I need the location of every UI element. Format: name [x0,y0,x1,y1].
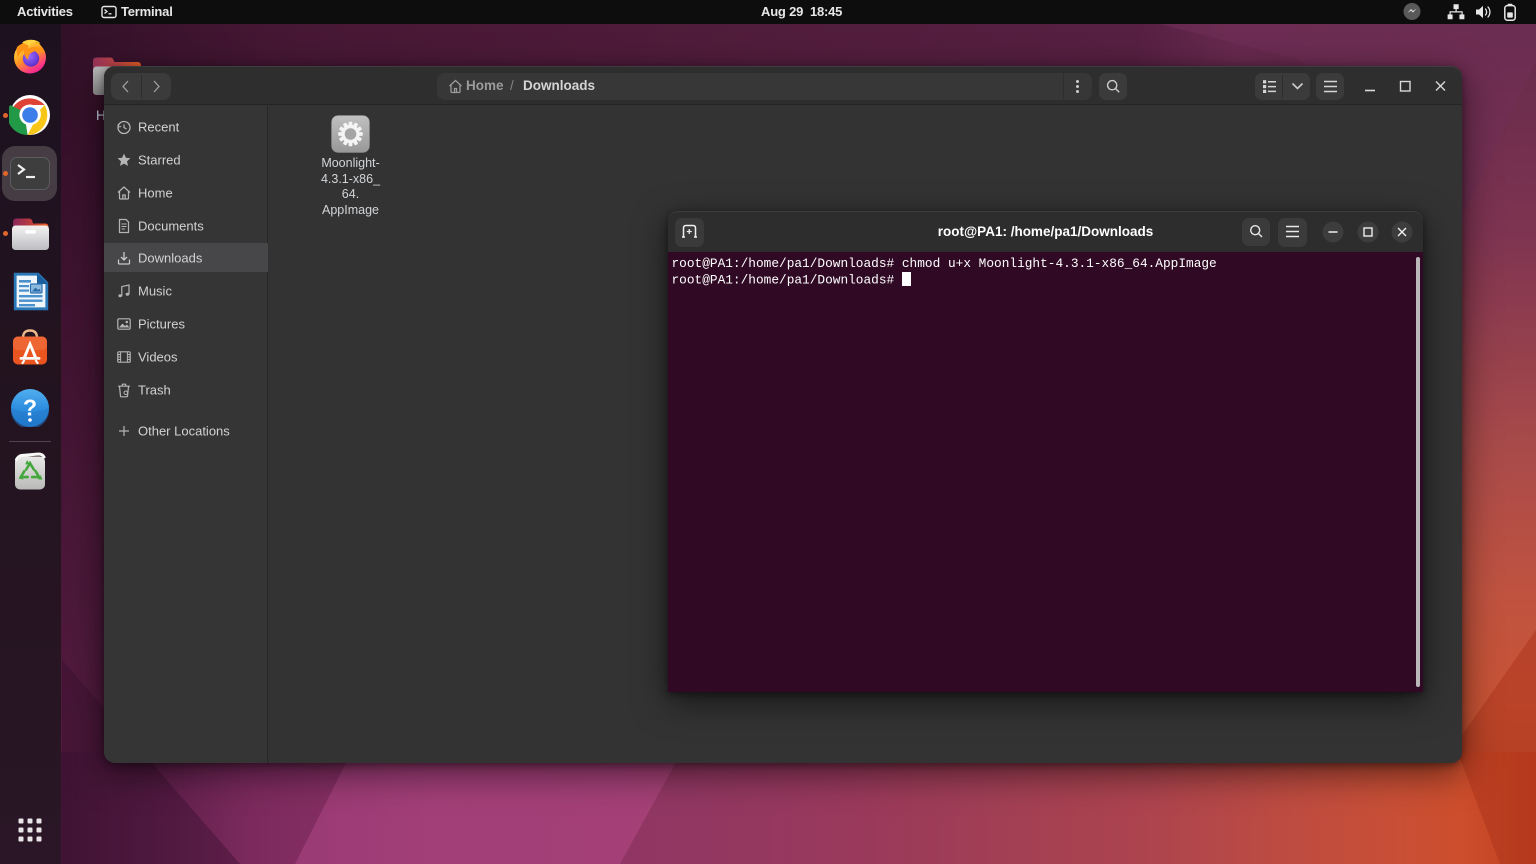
svg-text:?: ? [23,395,37,421]
